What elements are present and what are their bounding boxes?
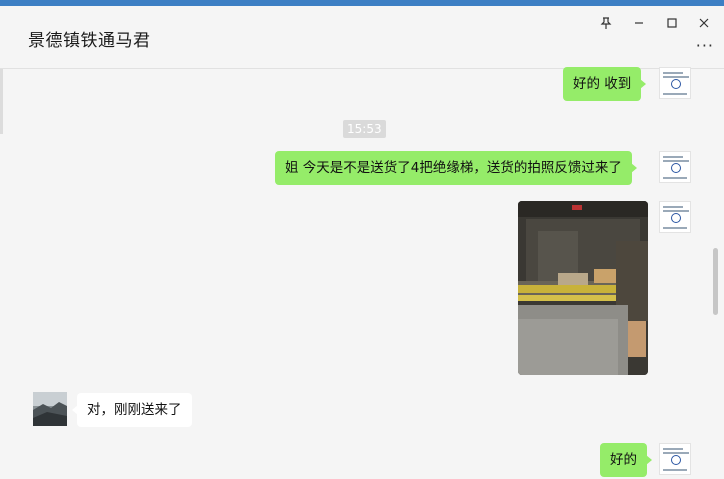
message-bubble-me[interactable]: 好的 [600, 443, 652, 477]
message-bubble-me[interactable]: 好的 收到 [563, 67, 647, 101]
message-image[interactable] [518, 201, 648, 375]
minimize-icon[interactable] [632, 16, 646, 30]
left-edge [0, 69, 3, 134]
contact-avatar[interactable] [33, 392, 67, 426]
my-avatar[interactable] [659, 151, 691, 183]
my-avatar[interactable] [659, 443, 691, 475]
chat-scrollbar[interactable] [713, 248, 718, 315]
my-avatar[interactable] [659, 201, 691, 233]
pin-icon[interactable] [599, 16, 613, 30]
message-timestamp: 15:53 [343, 120, 386, 138]
my-avatar[interactable] [659, 67, 691, 99]
close-icon[interactable] [697, 16, 711, 30]
message-bubble-me[interactable]: 姐 今天是不是送货了4把绝缘梯，送货的拍照反馈过来了 [275, 151, 637, 185]
title-bar: 景德镇铁通马君 ··· [0, 6, 724, 69]
maximize-icon[interactable] [665, 16, 679, 30]
chat-title: 景德镇铁通马君 [28, 31, 151, 51]
more-options-button[interactable]: ··· [696, 36, 714, 55]
message-bubble-them[interactable]: 对，刚刚送来了 [72, 393, 192, 427]
